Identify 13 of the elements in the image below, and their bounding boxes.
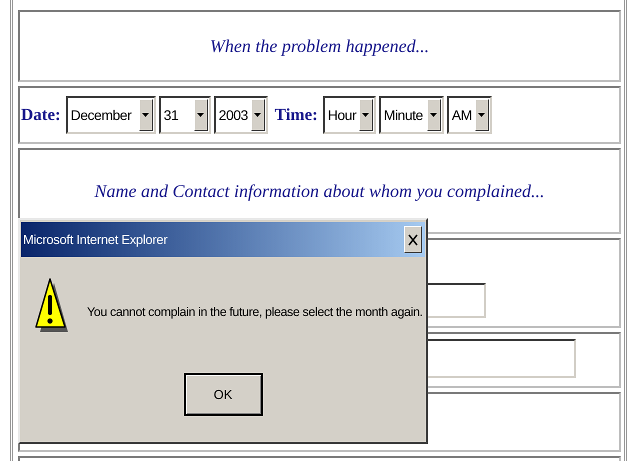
window-title: Microsoft Internet Explorer — [23, 230, 168, 249]
alert-message: You cannot complain in the future, please select the month again. — [87, 304, 423, 321]
dropdown[interactable]: AM — [446, 96, 492, 134]
dropdown[interactable]: 2003 — [214, 96, 268, 134]
field-label: Time: — [274, 104, 318, 126]
section-heading: Name and Contact information about whom you complained... — [94, 180, 544, 203]
dropdown[interactable]: Hour — [322, 96, 376, 134]
ok-button[interactable]: OK — [184, 373, 262, 416]
field-label: Date: — [21, 104, 61, 126]
dropdown[interactable]: 31 — [158, 96, 211, 134]
section-heading: When the problem happened... — [210, 34, 430, 58]
dropdown[interactable]: Minute — [378, 96, 444, 134]
dropdown[interactable]: December — [66, 96, 156, 134]
